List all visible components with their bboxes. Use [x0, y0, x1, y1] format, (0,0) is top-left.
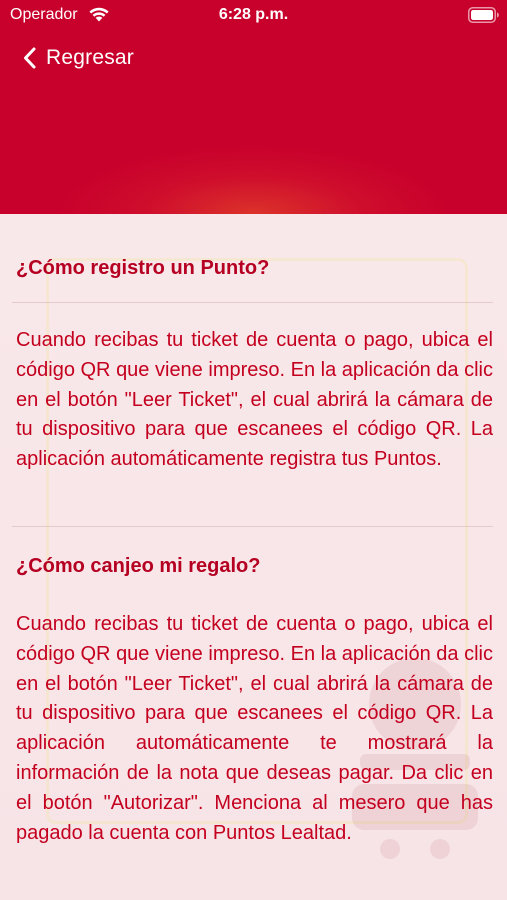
faq-answer-text: Cuando recibas tu ticket de cuenta o pag…: [16, 613, 493, 844]
status-time: 6:28 p.m.: [218, 6, 289, 23]
faq-answer-2: Cuando recibas tu ticket de cuenta o pag…: [16, 610, 493, 848]
back-button[interactable]: Regresar: [22, 40, 134, 76]
faq-question-title: ¿Cómo canjeo mi regalo?: [16, 555, 261, 577]
header: Operador 6:28 p.m. Regresar: [0, 0, 507, 214]
chevron-left-icon: [24, 47, 36, 69]
status-bar: Operador 6:28 p.m.: [0, 0, 507, 32]
back-label: Regresar: [46, 46, 134, 69]
faq-answer-text: Cuando recibas tu ticket de cuenta o pag…: [16, 329, 493, 471]
faq-question-2: ¿Cómo canjeo mi regalo?: [16, 553, 493, 579]
faq-answer-1: Cuando recibas tu ticket de cuenta o pag…: [16, 326, 493, 475]
divider: [12, 526, 493, 527]
divider: [12, 302, 493, 303]
faq-question-1: ¿Cómo registro un Punto?: [16, 255, 493, 281]
faq-question-title: ¿Cómo registro un Punto?: [16, 257, 270, 279]
battery-icon: [468, 7, 499, 23]
faq-content[interactable]: ¿Cómo registro un Punto? Cuando recibas …: [0, 214, 507, 900]
